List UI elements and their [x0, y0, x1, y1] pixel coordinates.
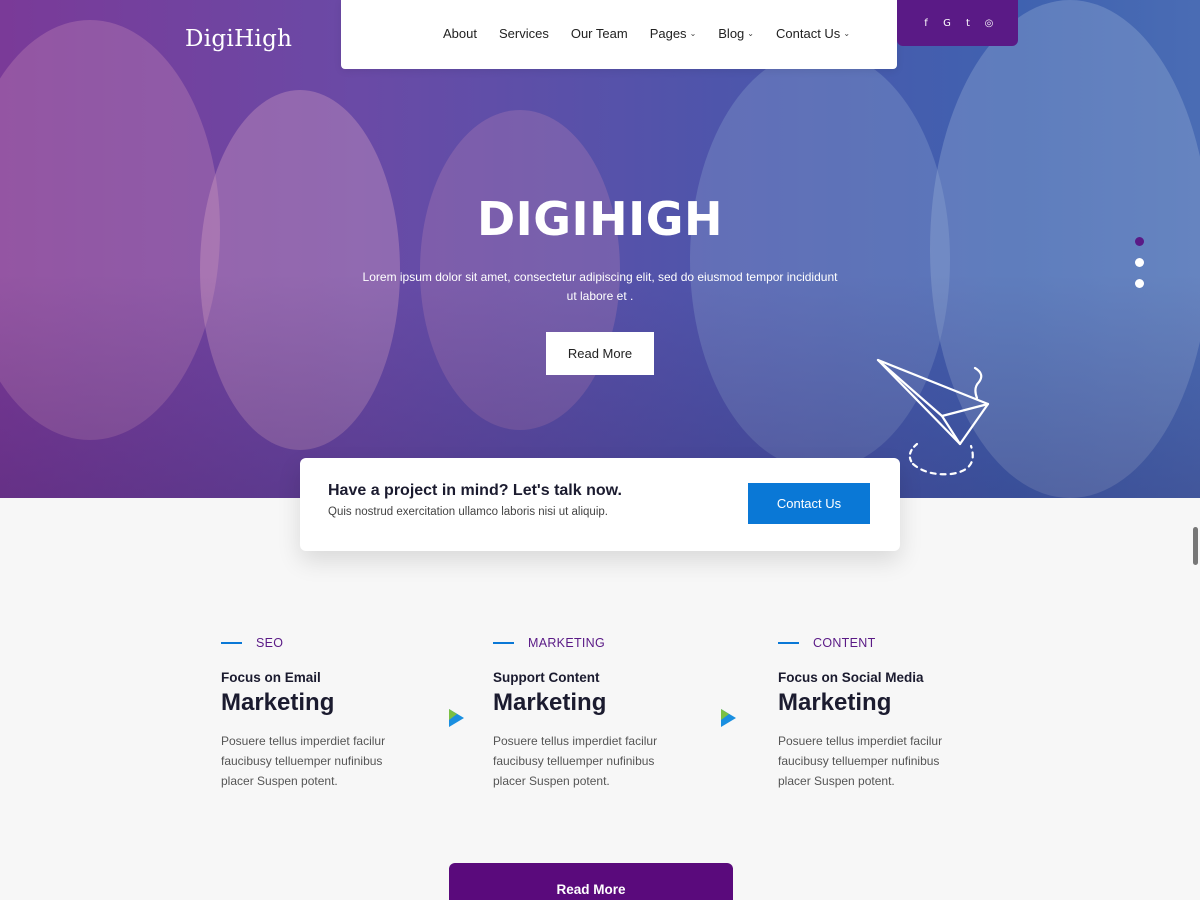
feature-subtitle: Support Content	[493, 670, 600, 685]
nav-item-about[interactable]: About	[443, 26, 477, 41]
facebook-icon[interactable]: f	[921, 18, 931, 29]
nav-item-label: Our Team	[570, 26, 628, 41]
arrow-right-icon	[721, 709, 736, 727]
feature-subtitle: Focus on Email	[221, 670, 321, 685]
hero-title: DIGIHIGH	[476, 192, 724, 246]
nav-item-blog[interactable]: Blog ⌄	[718, 26, 754, 41]
feature-seo: SEO Focus on Email Marketing Posuere tel…	[221, 636, 461, 791]
nav-item-label: Contact Us	[776, 26, 841, 41]
nav-item-our-team[interactable]: Our Team	[571, 26, 628, 41]
tag-line	[221, 642, 242, 644]
feature-tag: SEO	[221, 636, 461, 650]
slider-dot[interactable]	[1135, 279, 1144, 288]
feature-tag-label: CONTENT	[813, 636, 876, 650]
nav-item-services[interactable]: Services	[499, 26, 549, 41]
nav-item-label: Pages	[649, 26, 687, 41]
slider-dot[interactable]	[1135, 237, 1144, 246]
feature-title: Marketing	[493, 689, 607, 716]
feature-title: Marketing	[778, 689, 892, 716]
feature-tag: MARKETING	[493, 636, 733, 650]
project-cta-card: Have a project in mind? Let's talk now. …	[300, 458, 900, 551]
hero-read-more-button[interactable]: Read More	[546, 332, 654, 375]
bottom-read-more-button[interactable]: Read More	[449, 863, 733, 900]
nav-item-contact-us[interactable]: Contact Us ⌄	[776, 26, 850, 41]
feature-subtitle: Focus on Social Media	[778, 670, 924, 685]
page-scrollbar[interactable]	[1193, 527, 1198, 565]
twitter-icon[interactable]: t	[963, 18, 973, 29]
nav-item-label: Services	[498, 26, 549, 41]
hero-shade	[0, 0, 1200, 498]
hero-banner	[0, 0, 1200, 498]
tag-line	[493, 642, 514, 644]
cta-heading: Have a project in mind? Let's talk now.	[328, 482, 622, 499]
feature-tag-label: SEO	[256, 636, 284, 650]
nav-item-label: Blog	[718, 26, 745, 41]
feature-marketing: MARKETING Support Content Marketing Posu…	[493, 636, 733, 791]
tag-line	[778, 642, 799, 644]
feature-title: Marketing	[221, 689, 335, 716]
site-logo[interactable]: DigiHigh	[185, 26, 292, 52]
feature-description: Posuere tellus imperdiet facilur faucibu…	[778, 734, 943, 788]
nav-item-label: About	[443, 26, 477, 41]
contact-us-button[interactable]: Contact Us	[748, 483, 870, 524]
cta-text: Quis nostrud exercitation ullamco labori…	[328, 506, 608, 518]
google-plus-icon[interactable]: G	[942, 18, 952, 29]
hero-subtitle: Lorem ipsum dolor sit amet, consectetur …	[362, 270, 838, 303]
feature-content: CONTENT Focus on Social Media Marketing …	[778, 636, 1018, 791]
feature-tag: CONTENT	[778, 636, 1018, 650]
bottom-read-more-label: Read More	[556, 882, 626, 897]
nav-list: About Services Our Team Pages ⌄ Blog ⌄ Contact …	[443, 26, 872, 41]
chevron-down-icon: ⌄	[843, 29, 851, 38]
slider-pagination	[1135, 237, 1144, 288]
feature-description: Posuere tellus imperdiet facilur faucibu…	[221, 734, 386, 788]
feature-tag-label: MARKETING	[528, 636, 606, 650]
slider-dot[interactable]	[1135, 258, 1144, 267]
feature-description: Posuere tellus imperdiet facilur faucibu…	[493, 734, 658, 788]
instagram-icon[interactable]: ◎	[984, 18, 994, 29]
chevron-down-icon: ⌄	[689, 29, 697, 38]
nav-item-pages[interactable]: Pages ⌄	[650, 26, 697, 41]
arrow-right-icon	[449, 709, 464, 727]
main-navigation: About Services Our Team Pages ⌄ Blog ⌄ Contact …	[341, 0, 897, 69]
social-links-bar: f Gt ◎	[897, 0, 1018, 46]
chevron-down-icon: ⌄	[747, 29, 754, 38]
